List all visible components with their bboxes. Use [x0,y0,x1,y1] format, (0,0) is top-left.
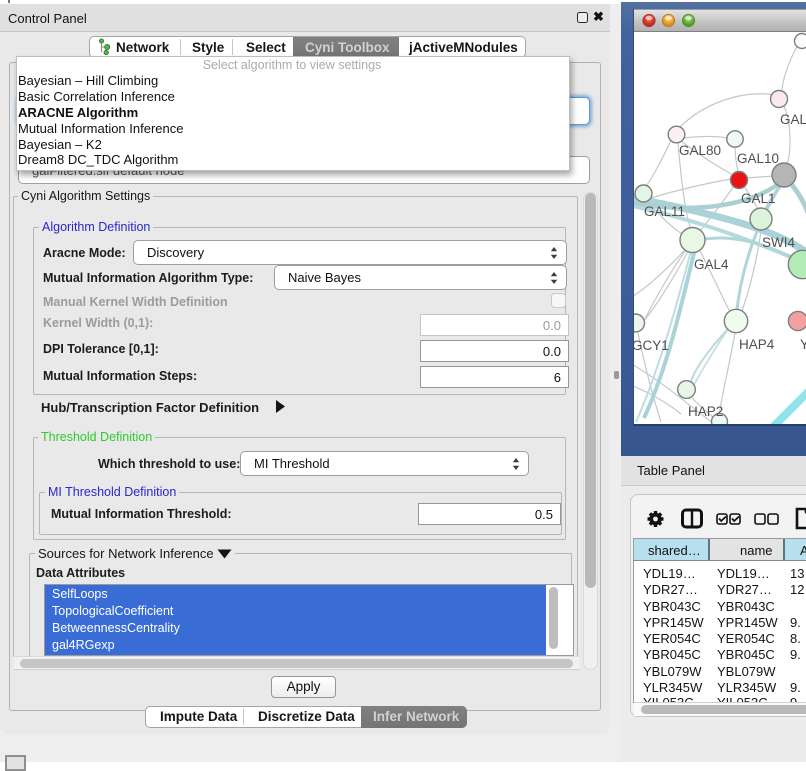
svg-text:HAP2: HAP2 [688,404,723,419]
svg-text:GCY1: GCY1 [634,338,669,353]
svg-text:Y: Y [800,337,806,352]
svg-text:HAP4: HAP4 [739,337,775,352]
svg-text:SWI4: SWI4 [762,235,795,250]
svg-text:GAL80: GAL80 [679,143,721,158]
svg-text:GAL11: GAL11 [644,204,685,219]
svg-text:GAL1: GAL1 [741,191,776,206]
svg-text:GAL10: GAL10 [737,151,779,166]
svg-text:GAL4: GAL4 [694,257,729,272]
svg-text:GAL2: GAL2 [780,112,806,127]
